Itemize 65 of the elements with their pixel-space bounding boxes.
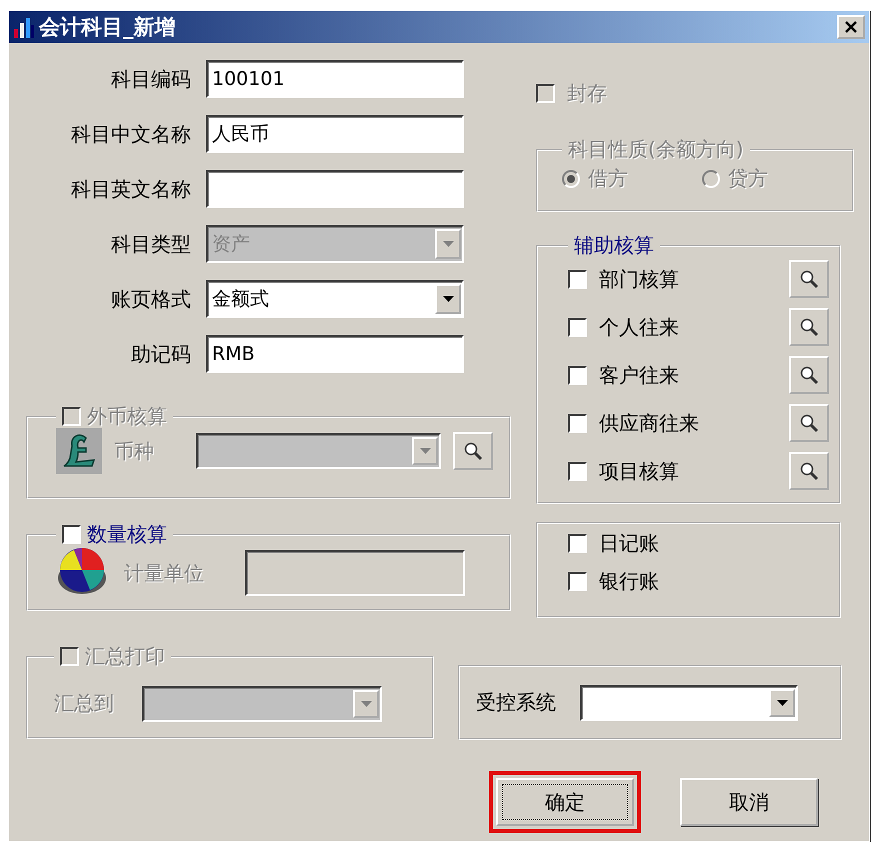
field-label: 科目类型 xyxy=(110,230,191,258)
search-button[interactable] xyxy=(789,308,829,346)
checkbox-label: 客户往来 xyxy=(599,362,680,388)
checkbox-label: 数量核算 xyxy=(87,521,167,548)
checkbox[interactable] xyxy=(568,366,587,384)
checkbox[interactable] xyxy=(568,572,587,590)
dropdown-arrow-icon xyxy=(360,700,372,706)
search-button[interactable] xyxy=(789,452,829,490)
field-label: 科目编码 xyxy=(110,66,191,92)
search-icon xyxy=(799,365,819,385)
search-button[interactable] xyxy=(789,404,829,442)
search-button[interactable] xyxy=(789,356,829,394)
checkbox-label: 个人往来 xyxy=(599,314,680,340)
dropdown-arrow-icon xyxy=(420,448,430,454)
field-label: 币种 xyxy=(114,438,155,464)
search-icon xyxy=(799,269,819,289)
checkbox[interactable] xyxy=(568,318,587,336)
close-button[interactable] xyxy=(837,15,865,39)
field-label: 受控系统 xyxy=(476,689,556,716)
text-field[interactable] xyxy=(245,550,465,596)
dropdown-arrow-icon xyxy=(776,700,788,706)
search-button[interactable] xyxy=(453,432,493,470)
field-label: 助记码 xyxy=(130,340,191,368)
search-icon xyxy=(463,441,483,461)
dialog-button[interactable]: 取消 xyxy=(680,778,818,826)
checkbox-label: 项目核算 xyxy=(599,458,680,484)
text-field[interactable]: 人民币 xyxy=(206,115,464,153)
field-label: 汇总到 xyxy=(54,690,114,717)
text-field[interactable]: 100101 xyxy=(206,60,464,98)
radio-label: 贷方 xyxy=(728,165,768,192)
checkbox-label: 银行账 xyxy=(599,568,659,594)
checkbox[interactable] xyxy=(568,270,587,288)
radio-label: 借方 xyxy=(588,165,628,192)
search-icon xyxy=(799,461,819,481)
checkbox[interactable] xyxy=(568,462,587,480)
group-title: 辅助核算 xyxy=(574,232,654,259)
search-button[interactable] xyxy=(789,260,829,298)
checkbox-label: 外币核算 xyxy=(87,403,167,430)
checkbox-label: 日记账 xyxy=(599,530,659,556)
dropdown-field[interactable]: 金额式 xyxy=(206,280,464,318)
field-label: 科目中文名称 xyxy=(70,120,191,148)
field-label: 科目英文名称 xyxy=(70,176,191,202)
search-icon xyxy=(799,317,819,337)
dropdown-field[interactable] xyxy=(580,684,798,720)
search-icon xyxy=(799,413,819,433)
checkbox-label: 供应商往来 xyxy=(599,410,700,436)
text-field[interactable] xyxy=(206,170,464,208)
bar-chart-icon xyxy=(13,15,35,39)
close-icon xyxy=(845,21,857,33)
pound-sign-icon xyxy=(56,428,102,474)
checkbox[interactable] xyxy=(568,414,587,432)
group-title: 科目性质(余额方向) xyxy=(568,136,744,163)
checkbox[interactable] xyxy=(62,525,81,544)
dropdown-field[interactable] xyxy=(196,433,441,469)
checkbox-label: 汇总打印 xyxy=(85,643,165,670)
dropdown-field[interactable] xyxy=(142,686,382,722)
checkbox-label: 部门核算 xyxy=(599,266,680,292)
checkbox-label: 封存 xyxy=(567,80,607,106)
dropdown-arrow-icon xyxy=(442,241,454,247)
checkbox[interactable] xyxy=(568,534,587,552)
field-label: 账页格式 xyxy=(110,286,191,312)
window-title: 会计科目_新增 xyxy=(39,14,176,41)
dropdown-arrow-icon xyxy=(442,296,454,302)
field-label: 计量单位 xyxy=(124,560,205,586)
text-field[interactable]: RMB xyxy=(206,335,464,373)
